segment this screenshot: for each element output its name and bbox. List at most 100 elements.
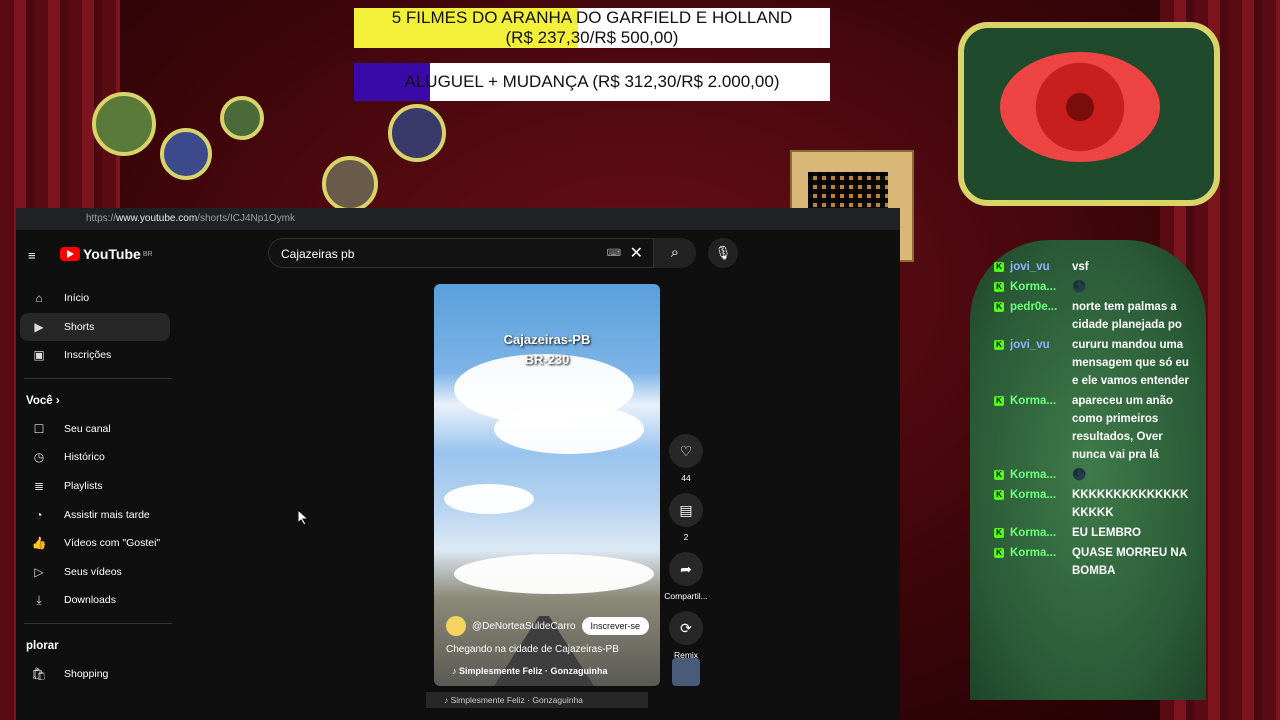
sidebar-item-label: Shopping — [64, 667, 109, 680]
chat-text: KKKKKKKKKKKKKK KKKKK — [1072, 489, 1189, 519]
kick-badge-icon: K — [994, 262, 1004, 272]
goal-1-title: 5 FILMES DO ARANHA DO GARFIELD E HOLLAND — [391, 8, 793, 27]
sidebar-item[interactable]: 👍 Vídeos com "Gostei" — [20, 529, 170, 558]
sidebar-item-label: Vídeos com "Gostei" — [64, 537, 161, 550]
like-count: 44 — [681, 473, 691, 483]
short-description[interactable]: Chegando na cidade de Cajazeiras-PB — [446, 644, 619, 655]
chat-username[interactable]: pedr0e... — [1010, 298, 1064, 334]
sidebar-item[interactable]: 🛍 Shopping — [20, 660, 170, 689]
emote-star-icon — [220, 96, 264, 140]
search-button[interactable]: ⌕ — [654, 238, 696, 268]
chat-username[interactable]: Korma... — [1010, 486, 1064, 522]
subscribe-button[interactable]: Inscrever-se — [581, 617, 650, 635]
sidebar-divider — [24, 377, 172, 379]
home-icon: ⌂ — [35, 291, 43, 305]
sidebar-item[interactable]: ▣ Inscrições — [20, 341, 170, 370]
kick-badge-icon: K — [994, 548, 1004, 558]
chat-username[interactable]: Korma... — [1010, 278, 1064, 296]
sidebar-item-label: Seus vídeos — [64, 565, 122, 578]
like-button[interactable]: ♡ — [669, 434, 703, 468]
you-heading-label: Você — [26, 394, 53, 407]
short-music[interactable]: ♪ Simplesmente Feliz · Gonzaguinha — [452, 666, 608, 676]
mic-icon: 🎙 — [714, 245, 732, 260]
sidebar-item-label: Assistir mais tarde — [64, 508, 150, 521]
sidebar-divider — [24, 622, 172, 624]
chat-message: K Korma... KKKKKKKKKKKKKK KKKKK — [994, 486, 1194, 522]
download-icon: ⤓ — [36, 593, 42, 608]
chat-username[interactable]: Korma... — [1010, 544, 1064, 580]
next-short-music[interactable]: ♪ Simplesmente Feliz · Gonzaguinha — [426, 692, 648, 708]
clear-search-icon[interactable]: ✕ — [630, 239, 643, 269]
chat-text: QUASE MORREU NA BOMBA — [1072, 547, 1187, 577]
chat-message: Kjovi_vu cururu mandou uma mensagem que s… — [994, 336, 1194, 390]
share-icon: ➦ — [680, 561, 692, 577]
channel-row: @DeNorteaSuldeCarro Inscrever-se — [446, 616, 650, 636]
sidebar-item-label: Shorts — [64, 320, 95, 333]
cloud — [444, 484, 534, 514]
chat-messages: Kjovi_vu vsf K Korma... 🌑 Kpedr0e... norte tem… — [994, 258, 1194, 582]
channel-name[interactable]: @DeNorteaSuldeCarro — [472, 621, 576, 632]
sidebar-item[interactable]: ≣ Playlists — [20, 472, 170, 501]
sidebar-item[interactable]: ⌂ Início — [20, 284, 170, 313]
like-icon: 👍 — [31, 536, 47, 551]
share-button[interactable]: ➦ — [669, 552, 703, 586]
emote-spiral-icon — [160, 128, 212, 180]
keyboard-icon[interactable]: ⌨ — [607, 239, 621, 269]
chat-message: K Korma... apareceu um anão como primeiros… — [994, 392, 1194, 464]
chat-message: Kjovi_vu vsf — [994, 258, 1194, 276]
chat-text: vsf — [1072, 261, 1089, 273]
you-heading[interactable]: Você › — [16, 387, 176, 415]
chat-text: cururu mandou uma mensagem que só eu e e… — [1072, 339, 1189, 387]
kick-badge-icon: K — [994, 396, 1004, 406]
voice-search-button[interactable]: 🎙 — [708, 238, 738, 268]
sidebar-item[interactable]: ☐ Seu canal — [20, 415, 170, 444]
video-overlay-subtitle: BR-230 — [524, 352, 570, 367]
goal-1-amount: (R$ 237,30/R$ 500,00) — [505, 28, 679, 47]
explore-heading: plorar — [26, 639, 59, 652]
subscriptions-icon: ▣ — [33, 348, 45, 363]
kick-badge-icon: K — [994, 528, 1004, 538]
sidebar-item[interactable]: ⤓ Downloads — [20, 586, 170, 615]
youtube-play-icon — [60, 247, 80, 261]
goal-bar-1: 5 FILMES DO ARANHA DO GARFIELD E HOLLAND… — [354, 8, 830, 48]
url-host: www.youtube.com — [116, 213, 198, 224]
comments-button[interactable]: ▤ — [669, 493, 703, 527]
chat-username[interactable]: jovi_vu — [1010, 336, 1064, 390]
short-video-player[interactable]: Cajazeiras-PB BR-230 @DeNorteaSuldeCarro… — [434, 284, 660, 686]
emote-smile-icon — [322, 156, 378, 212]
chat-text: EU LEMBRO — [1072, 527, 1141, 539]
sidebar-item-label: Downloads — [64, 594, 116, 607]
chat-text: 🌑 — [1072, 469, 1087, 481]
channel-icon: ☐ — [33, 421, 45, 436]
remix-icon: ⟳ — [680, 620, 692, 636]
menu-icon[interactable]: ≡ — [28, 248, 36, 263]
chat-message: K Korma... 🌑 — [994, 466, 1194, 484]
shorts-icon: ▶ — [34, 319, 44, 334]
sidebar-item[interactable]: ◔ Assistir mais tarde — [20, 501, 170, 530]
chat-username[interactable]: Korma... — [1010, 524, 1064, 542]
sidebar-item-label: Histórico — [64, 451, 105, 464]
audio-thumbnail[interactable] — [672, 658, 700, 686]
sidebar-item-label: Seu canal — [64, 422, 111, 435]
kick-badge-icon: K — [994, 282, 1004, 292]
search-icon: ⌕ — [670, 244, 680, 261]
remix-button[interactable]: ⟳ — [669, 611, 703, 645]
sidebar-item[interactable]: ▷ Seus vídeos — [20, 558, 170, 587]
cloud — [494, 404, 644, 454]
chat-username[interactable]: Korma... — [1010, 392, 1064, 464]
kick-badge-icon: K — [994, 470, 1004, 480]
address-bar[interactable]: https://www.youtube.com/shorts/ICJ4Np1Oy… — [16, 208, 900, 230]
youtube-logo[interactable]: YouTube BR — [60, 246, 153, 262]
sidebar-item-label: Playlists — [64, 479, 103, 492]
chat-username[interactable]: Korma... — [1010, 466, 1064, 484]
sidebar-item[interactable]: ◷ Histórico — [20, 443, 170, 472]
playlists-icon: ≣ — [33, 478, 45, 493]
search-input[interactable]: Cajazeiras pb ⌨ ✕ — [268, 238, 654, 268]
chat-username[interactable]: jovi_vu — [1010, 258, 1064, 276]
channel-avatar[interactable] — [446, 616, 466, 636]
shopping-icon: 🛍 — [31, 666, 47, 681]
url-path: /shorts/ICJ4Np1Oymk — [197, 213, 295, 224]
sidebar-item[interactable]: ▶ Shorts — [20, 312, 170, 342]
chevron-right-icon: › — [55, 394, 60, 407]
goal-bar-2: ALUGUEL + MUDANÇA (R$ 312,30/R$ 2.000,00… — [354, 63, 830, 101]
